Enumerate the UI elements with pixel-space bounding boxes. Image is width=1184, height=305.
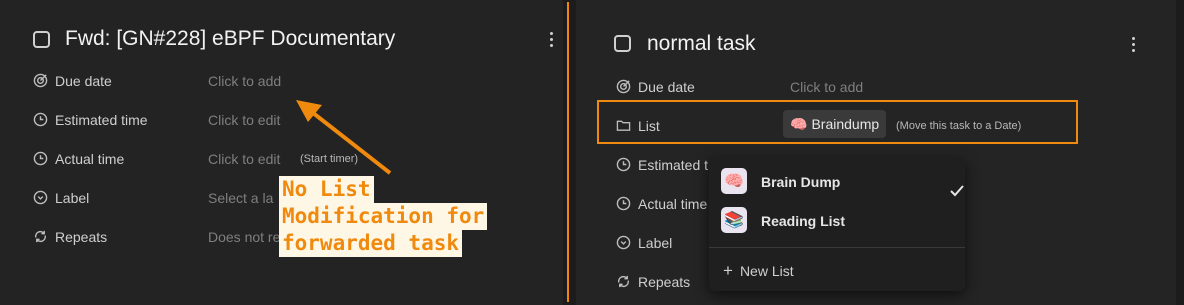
- panel-divider: [567, 2, 569, 302]
- list-option-label: Reading List: [761, 213, 846, 229]
- estimated-time-row: Estimated time Click to edit: [33, 109, 533, 131]
- annotation-arrow: [296, 100, 392, 175]
- chevron-circle-icon: [616, 235, 631, 250]
- new-list-label: New List: [739, 263, 794, 279]
- repeats-value[interactable]: Does not re: [208, 229, 280, 245]
- actual-time-row: Actual time Click to edit (Start timer): [33, 148, 533, 170]
- dropdown-divider: [709, 247, 965, 248]
- task-complete-checkbox[interactable]: [614, 35, 631, 52]
- label-value[interactable]: Select a la: [208, 190, 273, 206]
- actual-time-row: Actual time: [616, 193, 716, 215]
- estimated-time-label: Estimated t: [638, 157, 709, 173]
- list-option-brain-dump[interactable]: 🧠 Brain Dump: [721, 168, 964, 197]
- task-title[interactable]: Fwd: [GN#228] eBPF Documentary: [65, 27, 395, 51]
- repeats-label: Repeats: [55, 229, 108, 245]
- check-icon: [950, 185, 964, 197]
- list-dropdown: 🧠 Brain Dump 📚 Reading List + New List: [709, 158, 965, 291]
- task-complete-checkbox[interactable]: [33, 31, 50, 48]
- forwarded-task-panel: Fwd: [GN#228] eBPF Documentary Due date …: [0, 0, 563, 305]
- brain-icon: 🧠: [790, 115, 808, 132]
- label-label: Label: [55, 190, 90, 206]
- due-date-row: Due date Click to add: [616, 76, 1116, 98]
- chevron-circle-icon: [33, 190, 48, 205]
- annotation-line: forwarded task: [279, 230, 463, 257]
- brain-icon: 🧠: [721, 168, 747, 194]
- estimated-time-label: Estimated time: [55, 112, 148, 128]
- list-chip-braindump[interactable]: 🧠 Braindump: [783, 110, 887, 138]
- repeat-icon: [34, 230, 47, 243]
- actual-time-label: Actual time: [55, 151, 125, 167]
- due-date-label: Due date: [55, 73, 112, 89]
- more-options-icon[interactable]: [550, 32, 554, 50]
- estimated-time-row: Estimated t: [616, 154, 716, 176]
- clock-icon: [33, 151, 48, 166]
- actual-time-value[interactable]: Click to edit: [208, 151, 280, 167]
- due-date-label: Due date: [638, 79, 695, 95]
- actual-time-label: Actual time: [638, 196, 708, 212]
- estimated-time-value[interactable]: Click to edit: [208, 112, 280, 128]
- target-icon: [616, 79, 631, 94]
- task-title[interactable]: normal task: [647, 32, 756, 56]
- list-option-reading-list[interactable]: 📚 Reading List: [721, 207, 957, 235]
- annotation-line: Modification for: [279, 203, 488, 230]
- clock-icon: [616, 157, 631, 172]
- books-icon: 📚: [721, 207, 747, 233]
- list-option-label: Brain Dump: [761, 174, 841, 190]
- move-to-date-link[interactable]: (Move this task to a Date): [896, 120, 1021, 132]
- list-chip-label: Braindump: [811, 116, 880, 132]
- new-list-button[interactable]: + New List: [723, 261, 794, 281]
- more-options-icon[interactable]: [1132, 37, 1136, 55]
- target-icon: [33, 73, 48, 88]
- due-date-row: Due date Click to add: [33, 70, 533, 92]
- label-row: Label: [616, 232, 716, 254]
- due-date-value[interactable]: Click to add: [208, 73, 281, 89]
- plus-icon: +: [723, 261, 733, 280]
- repeat-icon: [617, 275, 630, 288]
- label-label: Label: [638, 235, 673, 251]
- due-date-value[interactable]: Click to add: [790, 79, 863, 95]
- annotation-line: No List: [279, 176, 374, 203]
- clock-icon: [616, 196, 631, 211]
- repeats-row: Repeats: [616, 271, 716, 293]
- clock-icon: [33, 112, 48, 127]
- annotation-note: No List Modification for forwarded task: [279, 176, 488, 257]
- repeats-label: Repeats: [638, 274, 691, 290]
